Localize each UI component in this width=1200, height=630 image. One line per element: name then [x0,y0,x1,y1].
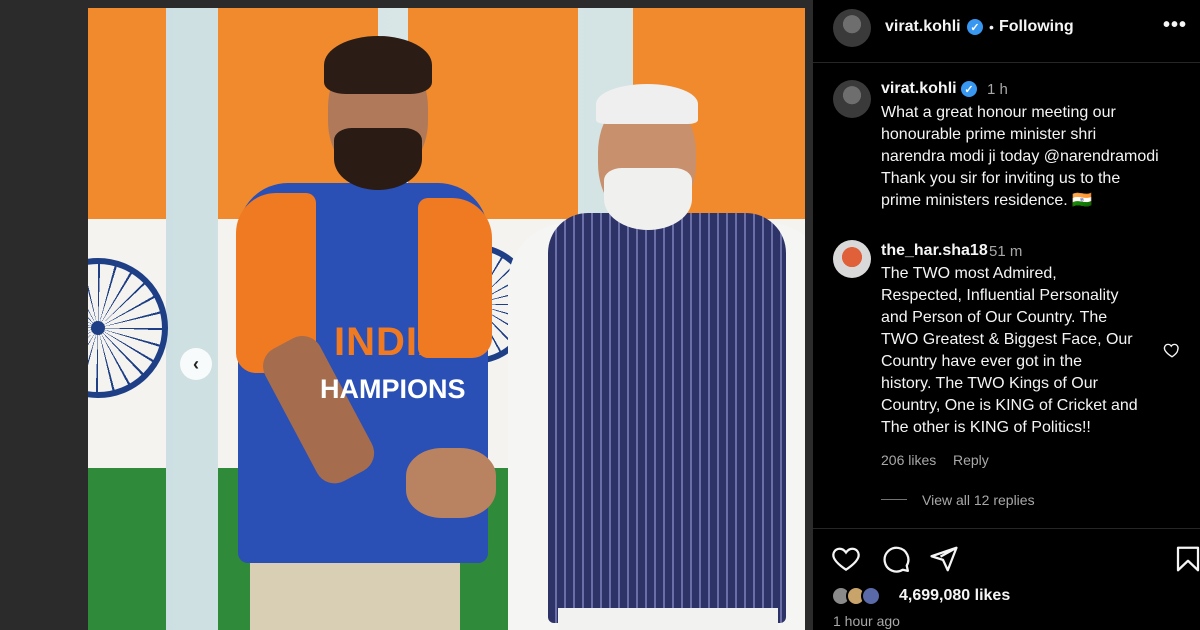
person-right-beard [604,168,692,230]
caption-time[interactable]: 1 h [987,81,1008,98]
handshake [406,448,496,518]
post-time-ago[interactable]: 1 hour ago [833,613,900,629]
jersey-text-champions: HAMPIONS [320,374,466,404]
heart-icon[interactable] [831,544,861,574]
following-button[interactable]: Following [999,18,1074,36]
person-left-hair [324,36,432,94]
author-username[interactable]: virat.kohli [885,18,961,36]
person-right-hair [596,84,698,124]
caption-username[interactable]: virat.kohli [881,80,957,98]
comment-username[interactable]: the_har.sha18 [881,242,988,260]
jersey-text-india: INDIA [334,320,448,364]
comment-text: The TWO most Admired, Respected, Influen… [881,265,1138,436]
verified-badge-icon: ✓ [967,19,983,35]
header-separator: • [989,19,994,35]
comment-icon[interactable] [881,544,911,574]
view-replies-link[interactable]: View all 12 replies [922,492,1035,508]
liker-avatar[interactable] [861,586,881,606]
person-left-beard [334,128,422,190]
comment-reply-button[interactable]: Reply [953,452,989,468]
replies-line [881,499,907,500]
verified-badge-icon: ✓ [961,81,977,97]
actions-divider [813,528,1200,529]
commenter-avatar[interactable] [833,240,871,278]
caption-avatar[interactable] [833,80,871,118]
flag-left [88,8,168,630]
comment-like-heart-icon[interactable] [1163,341,1181,359]
header-divider [813,62,1200,63]
person-right-vest [548,213,786,623]
comment-likes-count[interactable]: 206 likes [881,452,936,468]
person-right-pants [558,608,778,630]
caption-text: What a great honour meeting our honourab… [881,104,1159,209]
post-side-panel: virat.kohli ✓ • Following ••• virat.kohl… [813,0,1200,630]
bookmark-icon[interactable] [1173,544,1200,574]
post-likes-count[interactable]: 4,699,080 likes [899,587,1010,605]
carousel-prev-button[interactable]: ‹ [180,348,212,380]
author-avatar[interactable] [833,9,871,47]
share-icon[interactable] [929,544,959,574]
more-options-icon[interactable]: ••• [1163,14,1187,37]
post-photo[interactable]: INDIA HAMPIONS ‹ [88,8,805,630]
comment-time[interactable]: 51 m [989,243,1022,260]
